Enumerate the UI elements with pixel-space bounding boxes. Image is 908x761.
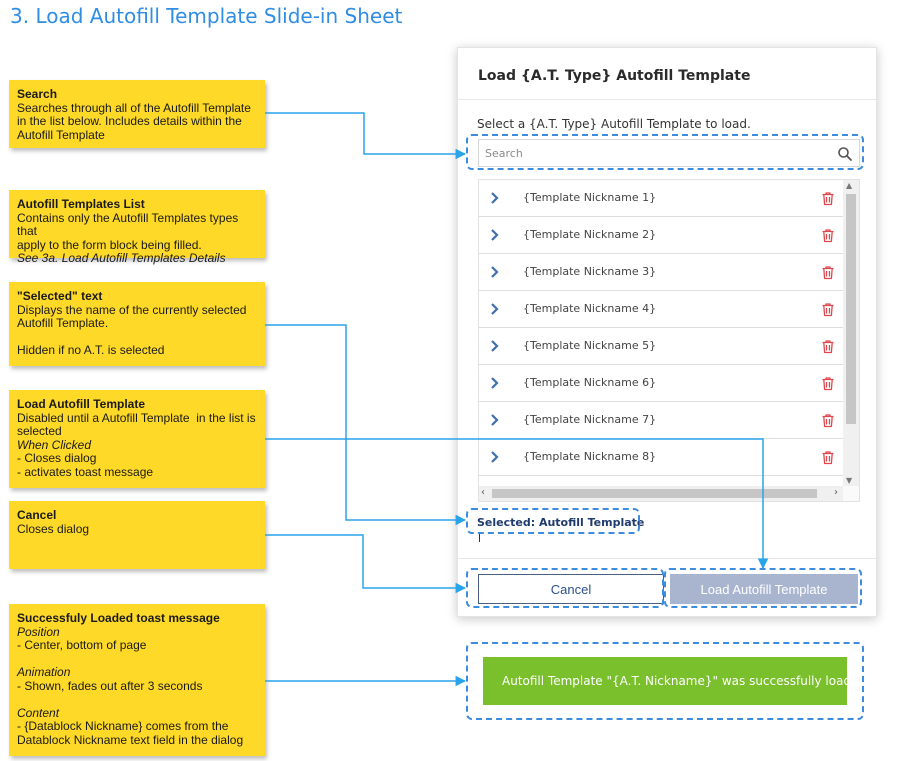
note-list-line: apply to the form block being filled. (17, 237, 202, 252)
chevron-right-icon[interactable] (489, 413, 501, 427)
trash-icon[interactable] (821, 191, 835, 206)
note-toast-subheading: Content (17, 705, 60, 720)
trash-icon[interactable] (821, 413, 835, 428)
note-selected-line: Autofill Template. (17, 316, 109, 330)
chevron-right-icon[interactable] (489, 265, 501, 279)
note-selected-line (17, 331, 257, 345)
dialog-title: Load {A.T. Type} Autofill Template (478, 68, 751, 84)
scrollbar-corner (843, 486, 859, 501)
note-cancel: Cancel Closes dialog (9, 501, 265, 569)
template-list-item[interactable]: {Template Nickname 3} (479, 254, 843, 291)
note-search-line: Searches through all of the Autofill Tem… (17, 100, 251, 115)
template-nickname: {Template Nickname 6} (523, 376, 657, 389)
trash-icon[interactable] (821, 450, 835, 465)
chevron-right-icon[interactable] (489, 228, 501, 242)
scroll-right-icon[interactable]: › (834, 487, 838, 499)
note-toast-title: Successfuly Loaded toast message (17, 611, 220, 625)
trash-icon[interactable] (821, 302, 835, 317)
note-load-line: - Closes dialog (17, 451, 97, 465)
dialog-header-divider (458, 99, 876, 100)
template-nickname: {Template Nickname 3} (523, 265, 657, 278)
note-load-title: Load Autofill Template (17, 397, 145, 411)
note-toast-line: - {Datablock Nickname} comes from the (17, 719, 229, 733)
note-cancel-line: Closes dialog (17, 521, 90, 536)
note-load-subheading: When Clicked (17, 437, 92, 452)
note-selected: "Selected" text Displays the name of the… (9, 282, 265, 366)
note-search-line: in the list below. Includes details with… (17, 114, 242, 128)
trash-icon[interactable] (821, 339, 835, 354)
toast-message: Autofill Template "{A.T. Nickname}" was … (502, 674, 847, 688)
note-list-line: Contains only the Autofill Templates typ… (17, 210, 242, 238)
scroll-left-icon[interactable]: ‹ (481, 487, 485, 499)
template-list-item[interactable]: {Template Nickname 1} (479, 180, 843, 217)
load-highlight (664, 568, 862, 608)
success-toast: Autofill Template "{A.T. Nickname}" was … (483, 657, 847, 705)
template-nickname: {Template Nickname 7} (523, 413, 657, 426)
template-list: {Template Nickname 1} {Template Nickname… (478, 179, 860, 502)
trash-icon[interactable] (821, 376, 835, 391)
page-title: 3. Load Autofill Template Slide-in Sheet (10, 4, 403, 28)
trash-icon[interactable] (821, 228, 835, 243)
template-nickname: {Template Nickname 1} (523, 191, 657, 204)
chevron-right-icon[interactable] (489, 450, 501, 464)
note-toast-subheading: Position (17, 624, 60, 639)
connector-selected (265, 324, 467, 526)
dialog-footer-divider (458, 558, 876, 559)
note-list-reference: See 3a. Load Autofill Templates Details (17, 251, 226, 265)
connector-cancel (265, 534, 467, 594)
note-load-line: selected (17, 424, 62, 438)
note-search-line: Autofill Template (17, 127, 105, 142)
template-list-item[interactable]: {Template Nickname 4} (479, 291, 843, 328)
note-load-line: - activates toast message (17, 464, 154, 479)
vertical-scrollbar[interactable]: ▲ ▼ (843, 180, 859, 488)
template-nickname: {Template Nickname 8} (523, 450, 657, 463)
horizontal-scrollbar[interactable]: ‹ › (479, 486, 845, 501)
note-toast: Successfuly Loaded toast message Positio… (9, 604, 265, 756)
scroll-down-icon[interactable]: ▼ (846, 476, 852, 486)
chevron-right-icon[interactable] (489, 339, 501, 353)
note-toast-spacer (17, 653, 257, 667)
note-list-title: Autofill Templates List (17, 197, 145, 211)
scroll-up-icon[interactable]: ▲ (846, 181, 852, 191)
dialog-instruction: Select a {A.T. Type} Autofill Template t… (477, 117, 751, 131)
template-list-item[interactable]: {Template Nickname 6} (479, 365, 843, 402)
note-load-line: Disabled until a Autofill Template in th… (17, 410, 256, 425)
chevron-right-icon[interactable] (489, 376, 501, 390)
template-list-item[interactable]: {Template Nickname 5} (479, 328, 843, 365)
template-nickname: {Template Nickname 4} (523, 302, 657, 315)
note-toast-subheading: Animation (17, 665, 71, 679)
note-toast-spacer (17, 693, 257, 707)
search-highlight (466, 134, 864, 170)
vertical-scroll-thumb[interactable] (846, 194, 856, 424)
selected-highlight (466, 508, 640, 534)
note-cancel-title: Cancel (17, 508, 57, 522)
chevron-right-icon[interactable] (489, 191, 501, 205)
chevron-right-icon[interactable] (489, 302, 501, 316)
trash-icon[interactable] (821, 265, 835, 280)
note-selected-title: "Selected" text (17, 289, 103, 303)
connector-search (265, 112, 467, 160)
template-list-item[interactable]: {Template Nickname 2} (479, 217, 843, 254)
note-list: Autofill Templates List Contains only th… (9, 190, 265, 265)
note-toast-line: Datablock Nickname text field in the dia… (17, 732, 244, 747)
note-selected-line: Displays the name of the currently selec… (17, 302, 247, 317)
note-search: Search Searches through all of the Autof… (9, 80, 265, 148)
note-selected-line: Hidden if no A.T. is selected (17, 343, 165, 357)
template-list-item[interactable]: {Template Nickname 8} (479, 439, 843, 476)
template-list-item[interactable]: {Template Nickname 7} (479, 402, 843, 439)
template-nickname: {Template Nickname 5} (523, 339, 657, 352)
note-toast-line: - Center, bottom of page (17, 638, 147, 652)
note-toast-line: - Shown, fades out after 3 seconds (17, 678, 203, 693)
template-nickname: {Template Nickname 2} (523, 228, 657, 241)
note-load: Load Autofill Template Disabled until a … (9, 390, 265, 488)
horizontal-scroll-thumb[interactable] (492, 489, 817, 498)
note-search-title: Search (17, 87, 58, 101)
cancel-highlight (466, 568, 664, 608)
